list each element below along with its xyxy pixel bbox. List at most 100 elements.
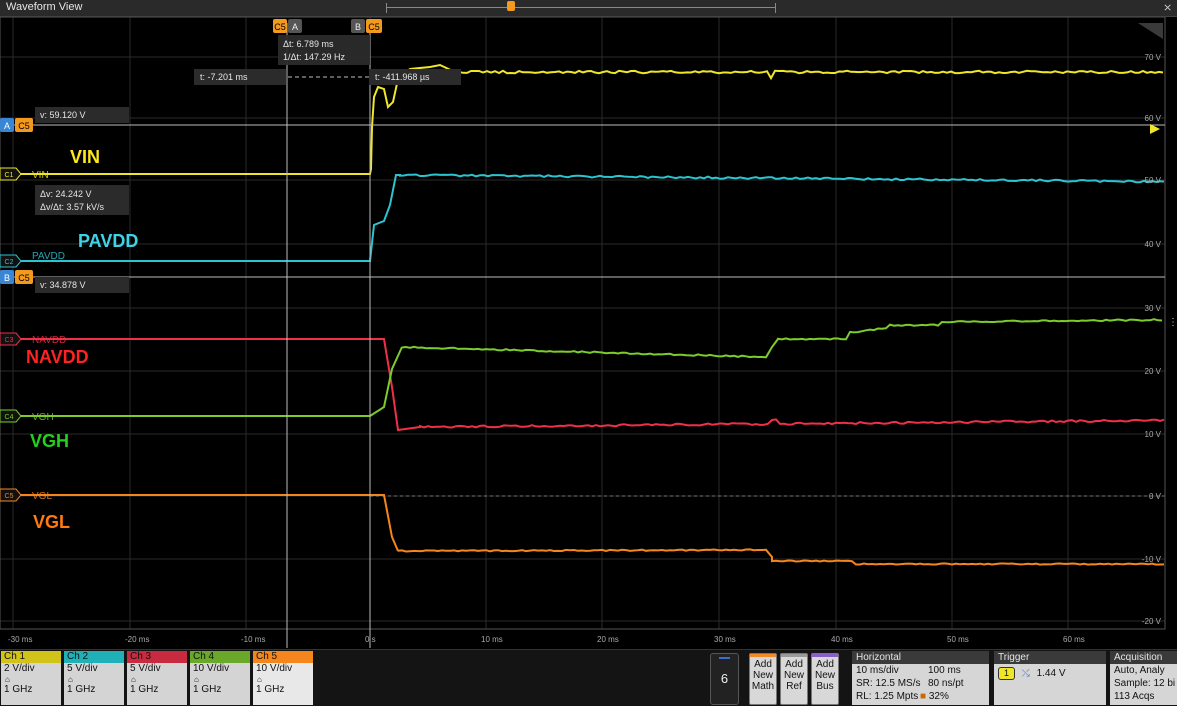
cursor-a-chip-text: C5	[274, 22, 286, 32]
channel-4-scale: 10 V/div	[190, 663, 250, 675]
channel-name-c5: VGL	[33, 512, 70, 532]
trace-label-c3: NAVDD	[32, 335, 66, 346]
add-bus-button[interactable]: Add New Bus	[811, 653, 839, 705]
channel-2-badge[interactable]: Ch 25 V/div ⌂ 1 GHz	[64, 651, 124, 705]
add-math-button[interactable]: Add New Math	[749, 653, 777, 705]
y-tick: -10 V	[1142, 555, 1162, 564]
probe-icon: ⌂	[64, 675, 124, 684]
trace-label-c4: VGH	[32, 412, 54, 423]
channel-name-c1: VIN	[70, 147, 100, 167]
waveform-traces	[0, 65, 1164, 565]
trace-c1	[0, 65, 1163, 174]
channel-marker-c1[interactable]: C1	[0, 168, 21, 180]
svg-text:A: A	[4, 121, 10, 131]
channel-2-bw: 1 GHz	[64, 684, 124, 696]
x-tick: 20 ms	[597, 635, 619, 644]
x-tick: -30 ms	[8, 635, 32, 644]
probe-icon: ⌂	[127, 675, 187, 684]
probe-icon: ⌂	[253, 675, 313, 684]
channel-5-bw: 1 GHz	[253, 684, 313, 696]
channel-3-title: Ch 3	[127, 651, 187, 663]
trigger-source: 1	[998, 667, 1015, 680]
channel-4-title: Ch 4	[190, 651, 250, 663]
channel-4-bw: 1 GHz	[190, 684, 250, 696]
x-tick: 40 ms	[831, 635, 853, 644]
trace-label-c5: VGL	[32, 491, 52, 502]
y-tick: 60 V	[1145, 114, 1162, 123]
close-icon[interactable]: ⨯	[1163, 1, 1172, 14]
channel-3-scale: 5 V/div	[127, 663, 187, 675]
acquisition-title: Acquisition	[1110, 651, 1177, 664]
svg-text:C3: C3	[5, 337, 14, 344]
channel-name-c3: NAVDD	[26, 347, 89, 367]
svg-text:C5: C5	[18, 121, 30, 131]
channel-name-c4: VGH	[30, 431, 69, 451]
channel-1-title: Ch 1	[1, 651, 61, 663]
x-tick: -10 ms	[241, 635, 265, 644]
control-bar: Ch 12 V/div ⌂ 1 GHz Ch 25 V/div ⌂ 1 GHz Ch 35 …	[0, 649, 1177, 706]
trace-c4	[0, 319, 1162, 416]
trigger-edge-icon: ⤯	[1022, 668, 1030, 679]
y-tick: 70 V	[1145, 53, 1162, 62]
cursor-b-label: B	[355, 22, 361, 32]
x-tick: 30 ms	[714, 635, 736, 644]
trace-label-c1: VIN	[32, 170, 49, 181]
svg-text:B: B	[4, 273, 10, 283]
channel-marker-c5[interactable]: C5	[0, 489, 21, 501]
trace-label-c2: PAVDD	[32, 251, 65, 262]
channel-3-badge[interactable]: Ch 35 V/div ⌂ 1 GHz	[127, 651, 187, 705]
acquisition-panel[interactable]: Acquisition Auto, Analy Sample: 12 bi 11…	[1110, 651, 1177, 705]
channel-2-scale: 5 V/div	[64, 663, 124, 675]
horizontal-panel[interactable]: Horizontal 10 ms/div 100 ms SR: 12.5 MS/s…	[852, 651, 989, 705]
cursor-h-a-handle[interactable]: A C5	[0, 118, 33, 132]
more-vertical-icon[interactable]: ⋮	[1168, 317, 1177, 328]
y-tick: 40 V	[1145, 240, 1162, 249]
channel-2-title: Ch 2	[64, 651, 124, 663]
delta-v-readout: Δv: 24.242 V	[40, 189, 92, 199]
cursor-a-label: A	[292, 22, 298, 32]
channel-1-badge[interactable]: Ch 12 V/div ⌂ 1 GHz	[1, 651, 61, 705]
y-tick: 0 V	[1149, 492, 1162, 501]
svg-text:C5: C5	[5, 493, 14, 500]
horizontal-title: Horizontal	[852, 651, 989, 664]
probe-icon: ⌂	[190, 675, 250, 684]
channel-5-badge[interactable]: Ch 5 10 V/div ⌂ 1 GHz	[253, 651, 313, 705]
channel-5-title: Ch 5	[253, 651, 313, 663]
channel-1-scale: 2 V/div	[1, 663, 61, 675]
svg-text:C1: C1	[5, 172, 14, 179]
trigger-level: 1.44 V	[1037, 668, 1066, 679]
axis-ticks: -30 ms -20 ms -10 ms 0 s 10 ms 20 ms 30 ms 40 m…	[8, 53, 1162, 644]
x-tick: 0 s	[365, 635, 376, 644]
x-tick: 10 ms	[481, 635, 503, 644]
corner-tab[interactable]	[1138, 23, 1163, 39]
cursor-a-time: t: -7.201 ms	[200, 72, 248, 82]
svg-text:C2: C2	[5, 259, 14, 266]
cursor-b-time: t: -411.968 µs	[375, 72, 430, 82]
channel-marker-c4[interactable]: C4	[0, 410, 21, 422]
cursor-h-b-handle[interactable]: B C5	[0, 270, 33, 284]
waveform-display[interactable]: C5 A B C5 Δt: 6.789 ms 1/Δt: 147.29 Hz t…	[0, 17, 1177, 648]
x-tick: 50 ms	[947, 635, 969, 644]
svg-text:C4: C4	[5, 414, 14, 421]
y-tick: 30 V	[1145, 304, 1162, 313]
cursor-b-chip-text: C5	[368, 22, 380, 32]
channel-six-button[interactable]: 6	[710, 653, 739, 705]
channel-name-c2: PAVDD	[78, 231, 138, 251]
trigger-panel[interactable]: Trigger 1 ⤯ 1.44 V	[994, 651, 1106, 705]
x-tick: -20 ms	[125, 635, 149, 644]
timeline-scrollbar[interactable]	[386, 3, 776, 13]
trace-c2	[0, 175, 1164, 262]
cursor-b-handle[interactable]: B C5	[351, 19, 382, 33]
delta-v-per-dt-readout: Δv/Δt: 3.57 kV/s	[40, 202, 105, 212]
trigger-position-marker[interactable]	[507, 1, 515, 11]
cursor-h-a-value: v: 59.120 V	[40, 110, 86, 120]
probe-icon: ⌂	[1, 675, 61, 684]
channel-4-badge[interactable]: Ch 4 10 V/div ⌂ 1 GHz	[190, 651, 250, 705]
add-ref-button[interactable]: Add New Ref	[780, 653, 808, 705]
y-tick: 50 V	[1145, 176, 1162, 185]
trace-c5	[0, 495, 1164, 565]
channel-marker-c3[interactable]: C3	[0, 333, 21, 345]
channel-marker-c2[interactable]: C2	[0, 255, 21, 267]
channel-5-scale: 10 V/div	[253, 663, 313, 675]
delta-t-readout: Δt: 6.789 ms	[283, 39, 334, 49]
